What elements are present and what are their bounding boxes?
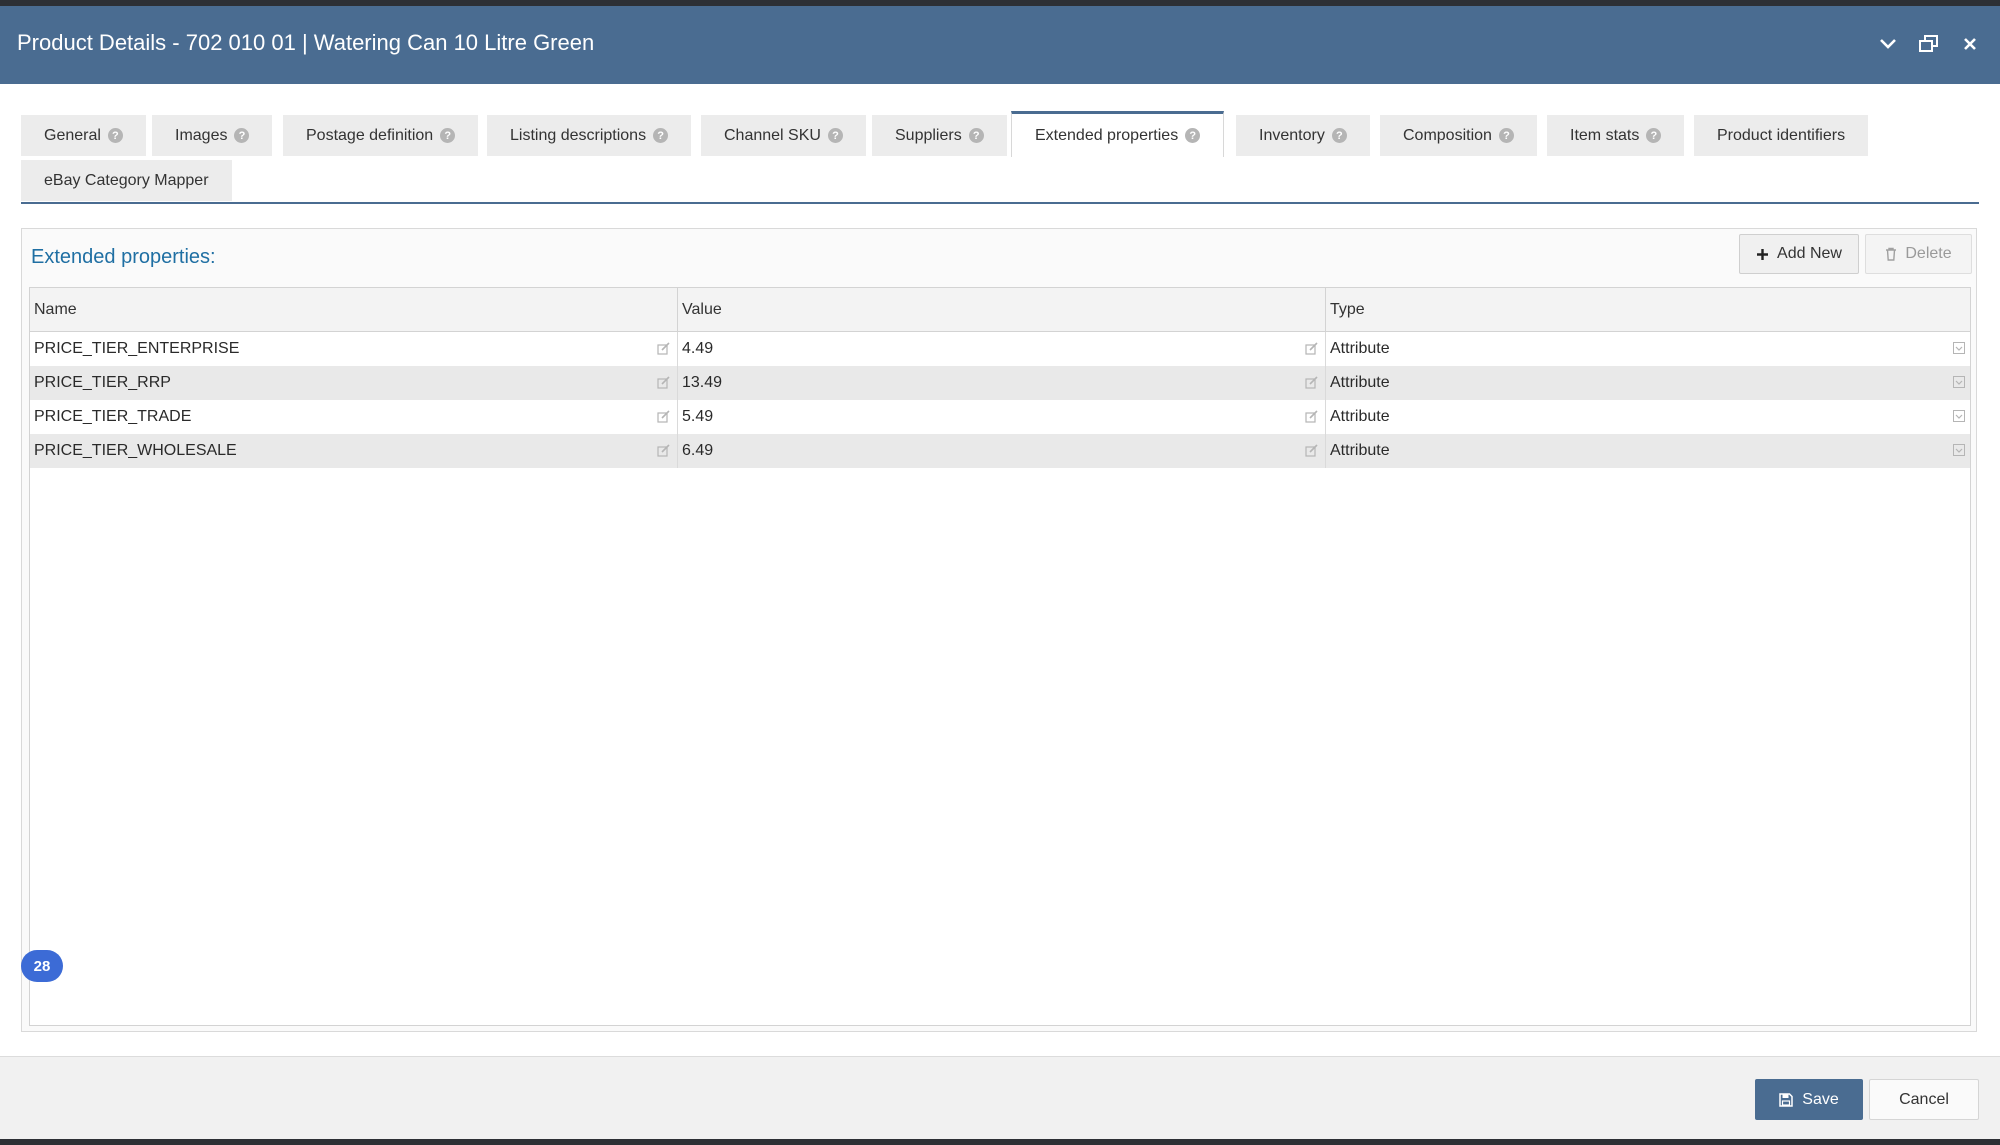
help-icon[interactable]: ? — [1331, 128, 1347, 143]
cell-type[interactable]: Attribute — [1326, 434, 1970, 468]
tab-label: Images — [175, 126, 228, 144]
save-button[interactable]: Save — [1755, 1079, 1863, 1120]
help-icon[interactable]: ? — [440, 128, 456, 143]
cell-name[interactable]: PRICE_TIER_ENTERPRISE — [30, 332, 677, 366]
tab-label: Item stats — [1570, 126, 1640, 144]
tab-ebay-category-mapper[interactable]: eBay Category Mapper — [21, 160, 232, 201]
edit-icon[interactable] — [657, 342, 671, 355]
background-strip-bottom — [0, 1139, 2000, 1145]
tab-images[interactable]: Images ? — [152, 115, 273, 156]
tab-label: Inventory — [1259, 126, 1325, 144]
save-label: Save — [1802, 1090, 1839, 1108]
cell-value[interactable]: 5.49 — [678, 400, 1325, 434]
edit-icon[interactable] — [1305, 410, 1319, 423]
tab-label: Composition — [1403, 126, 1492, 144]
close-button[interactable] — [1958, 32, 1982, 56]
cell-name[interactable]: PRICE_TIER_WHOLESALE — [30, 434, 677, 468]
add-new-button[interactable]: Add New — [1739, 234, 1859, 274]
help-icon[interactable]: ? — [653, 128, 669, 143]
cell-type[interactable]: Attribute — [1326, 400, 1970, 434]
tab-label: eBay Category Mapper — [44, 171, 209, 189]
cell-value[interactable]: 6.49 — [678, 434, 1325, 468]
help-icon[interactable]: ? — [1498, 128, 1514, 143]
cell-name[interactable]: PRICE_TIER_RRP — [30, 366, 677, 400]
tab-channel-sku[interactable]: Channel SKU ? — [701, 115, 866, 156]
cancel-button[interactable]: Cancel — [1869, 1079, 1979, 1120]
dropdown-icon[interactable] — [1953, 410, 1965, 422]
plus-icon — [1756, 248, 1769, 261]
dropdown-icon[interactable] — [1953, 342, 1965, 354]
close-icon — [1964, 38, 1976, 50]
dialog-footer: Save Cancel — [0, 1056, 2000, 1139]
column-header-value[interactable]: Value — [678, 288, 1325, 331]
edit-icon[interactable] — [657, 444, 671, 457]
panel-title: Extended properties: — [31, 246, 216, 268]
tab-item-stats[interactable]: Item stats ? — [1547, 115, 1685, 156]
tab-extended-properties[interactable]: Extended properties ? — [1011, 111, 1225, 157]
restore-window-button[interactable] — [1917, 32, 1941, 56]
tab-suppliers[interactable]: Suppliers ? — [872, 115, 1007, 156]
cell-type[interactable]: Attribute — [1326, 366, 1970, 400]
grid-header: Name Value Type — [30, 288, 1970, 332]
edit-icon[interactable] — [657, 410, 671, 423]
help-icon[interactable]: ? — [1185, 128, 1201, 143]
edit-icon[interactable] — [1305, 342, 1319, 355]
delete-button[interactable]: Delete — [1865, 234, 1972, 274]
help-icon[interactable]: ? — [1646, 128, 1662, 143]
table-row[interactable]: PRICE_TIER_TRADE 5.49 Attribute — [30, 400, 1970, 434]
tab-postage-definition[interactable]: Postage definition ? — [283, 115, 479, 156]
cell-name[interactable]: PRICE_TIER_TRADE — [30, 400, 677, 434]
delete-label: Delete — [1905, 245, 1952, 262]
help-icon[interactable]: ? — [234, 128, 250, 143]
help-icon[interactable]: ? — [107, 128, 123, 143]
product-details-dialog: Product Details - 702 010 01 | Watering … — [0, 6, 2000, 1139]
collapse-button[interactable] — [1876, 32, 1900, 56]
table-row[interactable]: PRICE_TIER_ENTERPRISE 4.49 Attribute — [30, 332, 1970, 366]
chevron-down-icon — [1880, 39, 1896, 49]
tab-product-identifiers[interactable]: Product identifiers — [1694, 115, 1869, 156]
edit-icon[interactable] — [1305, 376, 1319, 389]
column-header-type[interactable]: Type — [1326, 288, 1970, 331]
dialog-title: Product Details - 702 010 01 | Watering … — [17, 30, 595, 55]
tab-label: Listing descriptions — [510, 126, 647, 144]
notification-count-badge[interactable]: 28 — [21, 950, 63, 982]
table-row[interactable]: PRICE_TIER_WHOLESALE 6.49 Attribute — [30, 434, 1970, 468]
tab-label: Suppliers — [895, 126, 962, 144]
tab-label: Channel SKU — [724, 126, 821, 144]
edit-icon[interactable] — [1305, 444, 1319, 457]
tab-composition[interactable]: Composition ? — [1380, 115, 1537, 156]
tab-bar: General ? Images ? Postage definition ? … — [21, 110, 1979, 204]
restore-window-icon — [1919, 35, 1938, 52]
tab-inventory[interactable]: Inventory ? — [1236, 115, 1370, 156]
tab-label: General — [44, 126, 101, 144]
help-icon[interactable]: ? — [968, 128, 984, 143]
edit-icon[interactable] — [657, 376, 671, 389]
tab-label: Postage definition — [306, 126, 434, 144]
cell-type[interactable]: Attribute — [1326, 332, 1970, 366]
save-icon — [1779, 1092, 1794, 1107]
help-icon[interactable]: ? — [827, 128, 843, 143]
add-new-label: Add New — [1777, 245, 1842, 262]
dialog-header: Product Details - 702 010 01 | Watering … — [0, 6, 2000, 84]
table-row[interactable]: PRICE_TIER_RRP 13.49 Attribute — [30, 366, 1970, 400]
tab-label: Extended properties — [1035, 126, 1179, 144]
dropdown-icon[interactable] — [1953, 376, 1965, 388]
tab-listing-descriptions[interactable]: Listing descriptions ? — [487, 115, 692, 156]
tab-general[interactable]: General ? — [21, 115, 146, 156]
trash-icon — [1885, 247, 1897, 261]
column-header-name[interactable]: Name — [30, 288, 677, 331]
cell-value[interactable]: 13.49 — [678, 366, 1325, 400]
properties-grid: Name Value Type PRICE_TIER_ENTERPRISE 4.… — [29, 287, 1971, 1026]
dropdown-icon[interactable] — [1953, 444, 1965, 456]
cell-value[interactable]: 4.49 — [678, 332, 1325, 366]
extended-properties-panel: Extended properties: Add New Delete Name… — [21, 228, 1977, 1032]
tab-label: Product identifiers — [1717, 126, 1846, 144]
